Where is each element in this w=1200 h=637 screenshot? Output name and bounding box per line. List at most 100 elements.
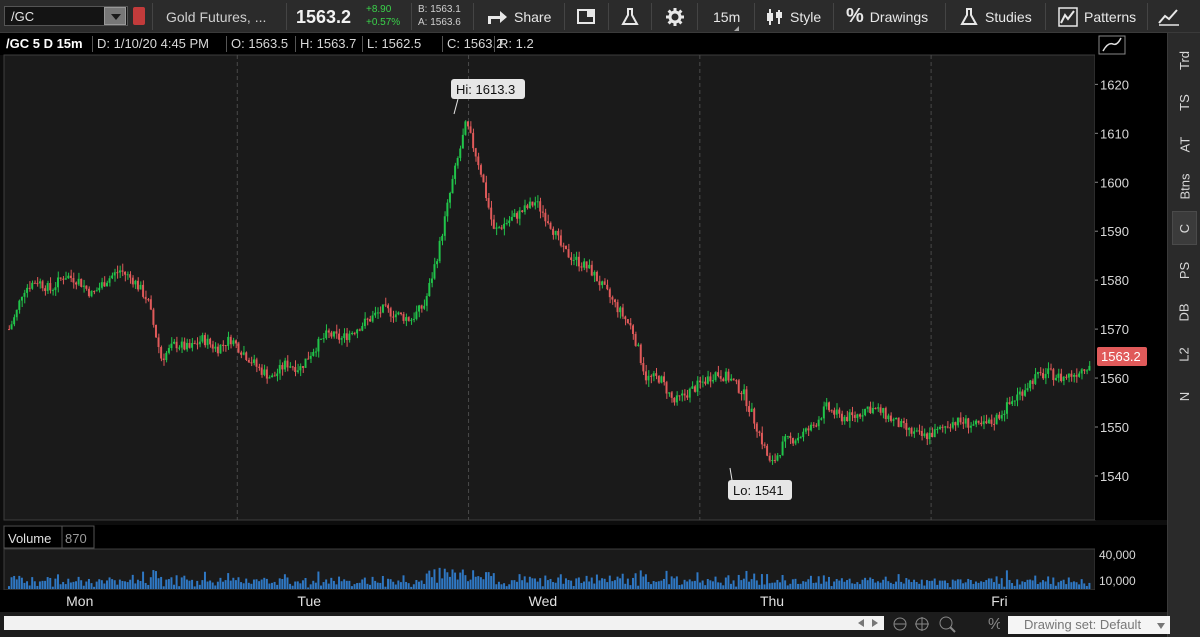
- candle-body: [1000, 415, 1003, 419]
- tab-db[interactable]: DB: [1172, 295, 1197, 329]
- candle-body: [157, 337, 160, 348]
- candle-body: [283, 360, 286, 370]
- candle-body: [402, 314, 405, 321]
- volume-bar: [722, 585, 725, 589]
- candle-body: [1011, 401, 1014, 404]
- candle-body: [588, 264, 591, 269]
- candle-body: [750, 408, 753, 412]
- tab-ps[interactable]: PS: [1172, 253, 1197, 287]
- volume-bar: [1023, 582, 1026, 589]
- price-tick-1540: 1540: [1100, 469, 1129, 484]
- volume-bar: [799, 583, 802, 589]
- candle-body: [766, 445, 769, 456]
- candle-body: [583, 261, 585, 268]
- candle-body: [727, 371, 730, 381]
- candle-body: [278, 365, 281, 374]
- volume-bar: [353, 584, 356, 589]
- candle-body: [820, 418, 823, 420]
- candle-body: [430, 278, 433, 283]
- volume-bar: [686, 581, 689, 589]
- drawing-set-selector[interactable]: Drawing set: Default: [1008, 616, 1170, 634]
- volume-bar: [376, 582, 379, 589]
- volume-bar: [797, 583, 800, 589]
- volume-bar: [549, 578, 552, 589]
- candle-body: [954, 422, 957, 426]
- time-scrollbar[interactable]: [4, 616, 884, 630]
- price-tick-1580: 1580: [1100, 273, 1129, 288]
- volume-bar: [910, 582, 913, 589]
- candle-body: [995, 414, 998, 425]
- candle-body: [338, 333, 341, 340]
- candle-body: [662, 376, 665, 383]
- volume-bar: [1085, 585, 1088, 589]
- volume-bar: [985, 580, 988, 589]
- candle-body: [485, 182, 488, 198]
- candle-body: [428, 282, 431, 297]
- tab-n[interactable]: N: [1172, 379, 1197, 413]
- volume-bar: [626, 578, 629, 589]
- chevron-down-icon[interactable]: [1156, 622, 1166, 630]
- candle-body: [304, 358, 307, 368]
- candle-body: [309, 355, 312, 359]
- tab-c[interactable]: C: [1172, 211, 1197, 245]
- candle-body: [425, 296, 428, 306]
- volume-bar: [56, 574, 59, 589]
- bottom-bar: % Drawing set: Default: [0, 612, 1170, 637]
- volume-bar: [1013, 585, 1016, 589]
- candle-body: [851, 412, 854, 416]
- candle-body: [920, 430, 923, 436]
- volume-bar: [188, 580, 191, 589]
- candle-body: [933, 429, 936, 438]
- candle-body: [376, 312, 379, 314]
- chart-canvas[interactable]: 1620 1610 1600 1590 1580 1570 1560 1550 1540 Hi:…: [0, 0, 1167, 612]
- tab-trd[interactable]: Trd: [1172, 43, 1197, 77]
- candle-body: [1060, 373, 1063, 381]
- candle-body: [234, 340, 237, 344]
- candle-body: [224, 344, 227, 347]
- candle-body: [508, 220, 511, 224]
- candle-body: [412, 318, 415, 320]
- candle-body: [1075, 374, 1078, 377]
- candle-body: [497, 227, 500, 229]
- candle-body: [856, 414, 859, 418]
- volume-bar: [72, 581, 75, 589]
- candle-body: [619, 307, 622, 313]
- volume-bar: [562, 583, 565, 589]
- candle-body: [312, 351, 315, 356]
- tab-l2[interactable]: L2: [1172, 337, 1197, 371]
- candle-body: [407, 317, 410, 321]
- tab-ts[interactable]: TS: [1172, 85, 1197, 119]
- scroll-right-icon[interactable]: [870, 618, 880, 628]
- candle-body: [827, 402, 830, 411]
- volume-bar: [993, 582, 995, 589]
- candle-body: [632, 325, 634, 335]
- tab-at[interactable]: AT: [1172, 127, 1197, 161]
- candle-body: [464, 121, 467, 135]
- scroll-left-icon[interactable]: [856, 618, 866, 628]
- volume-bar: [704, 585, 707, 589]
- volume-bar: [1057, 582, 1060, 589]
- volume-bar: [781, 574, 784, 589]
- volume-bar: [389, 579, 392, 589]
- candle-body: [237, 343, 240, 353]
- volume-bar: [436, 582, 439, 589]
- candle-body: [931, 432, 934, 438]
- candle-body: [247, 359, 250, 363]
- volume-bar: [575, 578, 578, 589]
- tab-btns[interactable]: Btns: [1172, 169, 1197, 203]
- volume-bar: [526, 582, 529, 589]
- volume-bar: [995, 576, 998, 589]
- volume-bar: [518, 574, 521, 589]
- candle-body: [64, 278, 67, 280]
- volume-bar: [534, 578, 537, 589]
- candle-body: [482, 174, 485, 183]
- volume-bar: [77, 576, 80, 589]
- candle-body: [173, 341, 176, 344]
- volume-bar: [129, 579, 132, 589]
- candle-body: [882, 408, 885, 413]
- volume-bar: [688, 579, 691, 589]
- candle-body: [915, 430, 918, 432]
- zoom-controls[interactable]: %: [890, 615, 1000, 633]
- axis-settings-icon[interactable]: [1098, 35, 1126, 55]
- volume-bar: [776, 579, 779, 589]
